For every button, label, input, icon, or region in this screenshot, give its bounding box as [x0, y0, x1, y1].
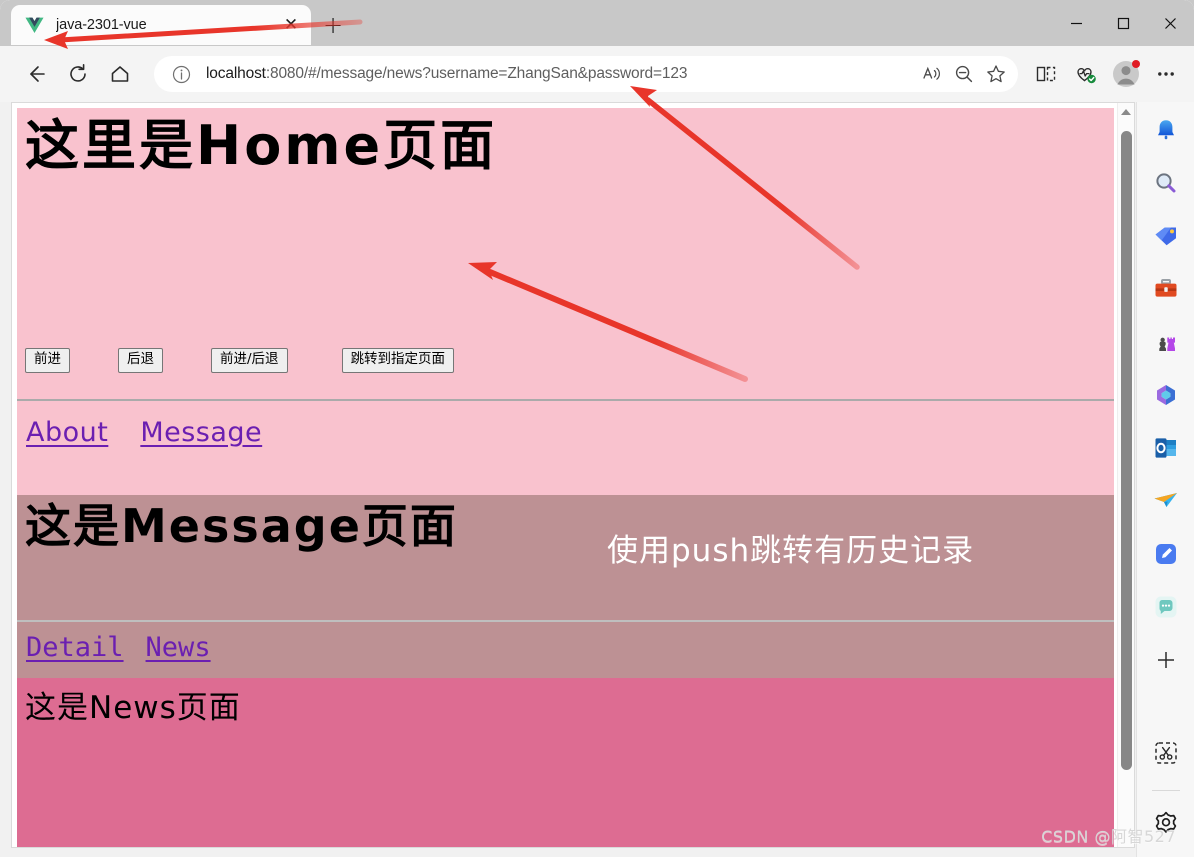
message-note: 使用push跳转有历史记录	[607, 533, 975, 569]
page-scrollbar[interactable]	[1117, 103, 1134, 847]
home-title: 这里是Home页面	[25, 114, 498, 177]
briefcase-icon	[1155, 279, 1176, 297]
minimize-button[interactable]	[1053, 0, 1100, 46]
close-window-button[interactable]	[1147, 0, 1194, 46]
web-capture-icon	[1154, 742, 1177, 764]
info-circle-icon	[172, 65, 190, 83]
nav-link-message[interactable]: Message	[140, 417, 262, 448]
window-controls	[1053, 0, 1194, 46]
rendered-page: 这里是Home页面 前进 后退 前进/后退 跳转到指定页面 About Mess…	[12, 103, 1119, 847]
news-title: 这是News页面	[25, 690, 241, 726]
url-host: localhost	[206, 65, 266, 82]
zoom-out-icon	[955, 65, 973, 83]
close-icon[interactable]: ✕	[279, 13, 303, 37]
browser-essentials-icon	[1077, 68, 1096, 84]
sidebar-shopping-icon[interactable]	[1146, 216, 1186, 256]
microsoft365-icon	[1156, 385, 1175, 405]
sidebar-office-icon[interactable]	[1146, 375, 1186, 415]
tab-strip: java-2301-vue ✕ +	[0, 0, 1194, 46]
sidebar-notifications-icon[interactable]	[1146, 110, 1186, 150]
plus-icon	[1157, 652, 1174, 668]
sidebar-snip-icon[interactable]	[1146, 733, 1186, 773]
sidebar-telegram-icon[interactable]	[1146, 481, 1186, 521]
browser-window: java-2301-vue ✕ + localhost:8080/#/messa…	[0, 0, 1194, 857]
refresh-button[interactable]	[60, 56, 96, 92]
edge-sidebar	[1136, 102, 1194, 857]
message-nav-links: Detail News	[26, 632, 211, 663]
sidebar-search-icon[interactable]	[1146, 163, 1186, 203]
outlook-icon	[1155, 438, 1176, 458]
maximize-button[interactable]	[1100, 0, 1147, 46]
minimize-icon	[1071, 22, 1082, 24]
home-section: 这里是Home页面 前进 后退 前进/后退 跳转到指定页面	[17, 108, 1114, 399]
message-nav-band: Detail News	[17, 620, 1114, 678]
home-button[interactable]	[102, 56, 138, 92]
sidebar-outlook-icon[interactable]	[1146, 428, 1186, 468]
tag-icon	[1155, 227, 1176, 246]
back-arrow-icon	[30, 66, 45, 82]
backward-button[interactable]: 后退	[118, 348, 163, 373]
split-screen-button[interactable]	[1028, 56, 1064, 92]
sidebar-chat-icon[interactable]	[1146, 587, 1186, 627]
site-info-button[interactable]	[168, 61, 194, 87]
url-path: :8080/#/message/news?username=ZhangSan&p…	[265, 65, 688, 82]
star-icon	[987, 65, 1005, 83]
screenshot-root: java-2301-vue ✕ + localhost:8080/#/messa…	[0, 0, 1194, 857]
more-options-button[interactable]	[1148, 56, 1184, 92]
browser-tab[interactable]: java-2301-vue ✕	[11, 5, 311, 45]
news-section: 这是News页面	[17, 678, 1114, 847]
chess-icon	[1158, 337, 1175, 351]
profile-notification-dot	[1132, 60, 1140, 68]
nav-link-news[interactable]: News	[146, 632, 211, 663]
forward-backward-button[interactable]: 前进/后退	[211, 348, 288, 373]
maximize-icon	[1117, 17, 1130, 29]
pen-icon	[1155, 544, 1176, 564]
forward-button[interactable]: 前进	[25, 348, 70, 373]
plus-icon[interactable]: +	[318, 10, 348, 40]
browser-essentials-button[interactable]	[1068, 56, 1104, 92]
paper-plane-icon	[1154, 493, 1177, 507]
search-icon	[1155, 173, 1175, 193]
favorite-button[interactable]	[980, 58, 1012, 90]
split-screen-icon	[1036, 66, 1056, 82]
sidebar-games-icon[interactable]	[1146, 322, 1186, 362]
address-bar[interactable]: localhost:8080/#/message/news?username=Z…	[154, 56, 1018, 92]
page-viewport: 这里是Home页面 前进 后退 前进/后退 跳转到指定页面 About Mess…	[11, 102, 1135, 848]
home-icon	[111, 66, 129, 82]
close-window-icon	[1165, 17, 1176, 29]
home-nav-band: About Message	[17, 399, 1114, 495]
sidebar-editor-icon[interactable]	[1146, 534, 1186, 574]
more-options-icon	[1158, 72, 1174, 76]
message-section: 这是Message页面 使用push跳转有历史记录	[17, 495, 1114, 620]
home-nav-links: About Message	[26, 417, 262, 448]
read-aloud-button[interactable]	[916, 58, 948, 90]
vue-logo-icon	[25, 17, 44, 33]
browser-toolbar: localhost:8080/#/message/news?username=Z…	[0, 46, 1194, 102]
sidebar-divider	[1151, 790, 1180, 791]
scroll-up-arrow-icon[interactable]	[1121, 109, 1131, 115]
nav-link-detail[interactable]: Detail	[26, 632, 124, 663]
url-input[interactable]: localhost:8080/#/message/news?username=Z…	[194, 65, 916, 83]
sidebar-tools-icon[interactable]	[1146, 269, 1186, 309]
home-button-row: 前进 后退 前进/后退 跳转到指定页面	[25, 348, 455, 373]
bell-icon	[1157, 120, 1174, 140]
sidebar-add-icon[interactable]	[1146, 640, 1186, 680]
nav-link-about[interactable]: About	[26, 417, 108, 448]
csdn-watermark: CSDN @阿智527	[1041, 827, 1176, 846]
chat-bubble-icon	[1155, 596, 1176, 618]
read-aloud-icon	[923, 66, 940, 80]
zoom-out-button[interactable]	[948, 58, 980, 90]
jump-to-page-button[interactable]: 跳转到指定页面	[341, 348, 455, 373]
profile-button[interactable]	[1108, 56, 1144, 92]
tab-title: java-2301-vue	[56, 17, 147, 33]
scroll-thumb[interactable]	[1121, 131, 1132, 770]
refresh-icon	[70, 64, 86, 82]
message-title: 这是Message页面	[25, 499, 458, 553]
back-button[interactable]	[18, 56, 54, 92]
